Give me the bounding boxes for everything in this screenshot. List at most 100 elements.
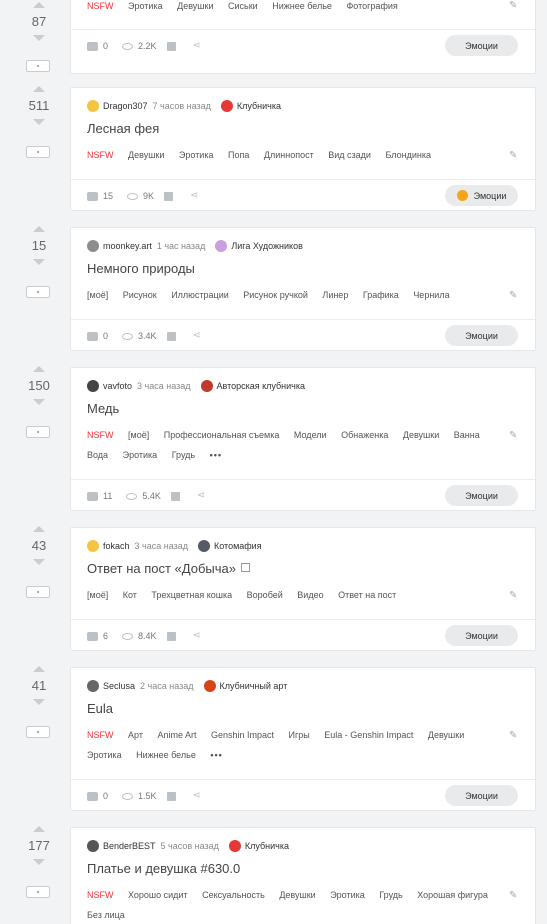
tag-item[interactable]: Попа bbox=[228, 150, 249, 160]
tag-item[interactable]: NSFW bbox=[87, 1, 114, 11]
more-tags-button[interactable]: ••• bbox=[210, 450, 222, 460]
share-icon[interactable]: ⋖ bbox=[193, 331, 203, 341]
comments-count[interactable]: 0 bbox=[103, 331, 108, 341]
tag-item[interactable]: [моё] bbox=[87, 290, 108, 300]
post-title-text[interactable]: Немного природы bbox=[87, 261, 195, 276]
author-name[interactable]: BenderBEST bbox=[103, 841, 156, 851]
community-name[interactable]: Авторская клубничка bbox=[217, 381, 306, 391]
author-avatar[interactable] bbox=[87, 680, 99, 692]
save-icon[interactable] bbox=[170, 491, 180, 501]
save-post-button[interactable] bbox=[26, 146, 50, 158]
upvote-arrow-icon[interactable] bbox=[33, 2, 45, 8]
tag-item[interactable]: Эротика bbox=[87, 750, 122, 760]
tag-item[interactable]: Профессиональная съемка bbox=[164, 430, 280, 440]
author-avatar[interactable] bbox=[87, 380, 99, 392]
tag-item[interactable]: Ответ на пост bbox=[338, 590, 396, 600]
post-title[interactable]: Eula bbox=[87, 701, 113, 716]
tag-item[interactable]: Сексуальность bbox=[202, 890, 265, 900]
tag-item[interactable]: Эротика bbox=[179, 150, 214, 160]
tag-item[interactable]: Линер bbox=[322, 290, 348, 300]
comments-icon[interactable] bbox=[87, 41, 98, 51]
tag-item[interactable]: Девушки bbox=[403, 430, 439, 440]
upvote-arrow-icon[interactable] bbox=[33, 226, 45, 232]
tag-item[interactable]: Без лица bbox=[87, 910, 125, 920]
author-avatar[interactable] bbox=[87, 100, 99, 112]
post-title[interactable]: Лесная фея bbox=[87, 121, 159, 136]
tag-item[interactable]: Нижнее белье bbox=[136, 750, 196, 760]
post-title[interactable]: Платье и девушка #630.0 bbox=[87, 861, 240, 876]
comments-icon[interactable] bbox=[87, 191, 98, 201]
comments-icon[interactable] bbox=[87, 631, 98, 641]
tag-item[interactable]: Девушки bbox=[279, 890, 315, 900]
tag-item[interactable]: Вид сзади bbox=[328, 150, 371, 160]
community-icon[interactable] bbox=[203, 680, 216, 692]
save-post-button[interactable] bbox=[26, 586, 50, 598]
tag-item[interactable]: Ванна bbox=[454, 430, 480, 440]
post-title-text[interactable]: Платье и девушка #630.0 bbox=[87, 861, 240, 876]
community-name[interactable]: Котомафия bbox=[214, 541, 262, 551]
tag-item[interactable]: Видео bbox=[297, 590, 323, 600]
tag-item[interactable]: Блондинка bbox=[385, 150, 431, 160]
upvote-arrow-icon[interactable] bbox=[33, 826, 45, 832]
author-avatar[interactable] bbox=[87, 840, 99, 852]
tag-item[interactable]: Сиськи bbox=[228, 1, 258, 11]
more-tags-button[interactable]: ••• bbox=[210, 750, 222, 760]
community-icon[interactable] bbox=[228, 840, 241, 852]
tag-item[interactable]: Девушки bbox=[128, 150, 164, 160]
comments-count[interactable]: 11 bbox=[103, 491, 112, 501]
edit-tags-icon[interactable]: ✎ bbox=[509, 731, 519, 741]
tag-item[interactable]: Длиннопост bbox=[264, 150, 314, 160]
save-icon[interactable] bbox=[166, 791, 176, 801]
community-name[interactable]: Клубничка bbox=[237, 101, 281, 111]
author-avatar[interactable] bbox=[87, 240, 99, 252]
emotions-button[interactable]: Эмоции bbox=[445, 185, 518, 206]
downvote-arrow-icon[interactable] bbox=[33, 119, 45, 125]
author-name[interactable]: vavfoto bbox=[103, 381, 132, 391]
comments-count[interactable]: 0 bbox=[103, 791, 108, 801]
downvote-arrow-icon[interactable] bbox=[33, 35, 45, 41]
upvote-arrow-icon[interactable] bbox=[33, 526, 45, 532]
share-icon[interactable]: ⋖ bbox=[193, 791, 203, 801]
comments-count[interactable]: 0 bbox=[103, 41, 108, 51]
tag-item[interactable]: Игры bbox=[289, 730, 310, 740]
tag-item[interactable]: Фотография bbox=[346, 1, 397, 11]
author-avatar[interactable] bbox=[87, 540, 99, 552]
tag-item[interactable]: Кот bbox=[123, 590, 137, 600]
downvote-arrow-icon[interactable] bbox=[33, 259, 45, 265]
community-name[interactable]: Клубничка bbox=[245, 841, 289, 851]
tag-item[interactable]: Эротика bbox=[123, 450, 158, 460]
save-post-button[interactable] bbox=[26, 726, 50, 738]
downvote-arrow-icon[interactable] bbox=[33, 559, 45, 565]
comments-icon[interactable] bbox=[87, 491, 98, 501]
community-icon[interactable] bbox=[200, 380, 213, 392]
tag-item[interactable]: Эротика bbox=[128, 1, 163, 11]
edit-tags-icon[interactable]: ✎ bbox=[509, 1, 519, 11]
emotions-button[interactable]: Эмоции bbox=[445, 785, 518, 806]
author-name[interactable]: Seclusa bbox=[103, 681, 135, 691]
share-icon[interactable]: ⋖ bbox=[193, 41, 203, 51]
tag-item[interactable]: Anime Art bbox=[157, 730, 196, 740]
author-name[interactable]: fokach bbox=[103, 541, 130, 551]
emotions-button[interactable]: Эмоции bbox=[445, 485, 518, 506]
comments-icon[interactable] bbox=[87, 791, 98, 801]
comments-count[interactable]: 6 bbox=[103, 631, 108, 641]
tag-item[interactable]: Eula - Genshin Impact bbox=[324, 730, 413, 740]
author-name[interactable]: moonkey.art bbox=[103, 241, 152, 251]
share-icon[interactable]: ⋖ bbox=[190, 191, 200, 201]
tag-item[interactable]: Девушки bbox=[177, 1, 213, 11]
tag-item[interactable]: Хорошо сидит bbox=[128, 890, 188, 900]
share-icon[interactable]: ⋖ bbox=[197, 491, 207, 501]
tag-item[interactable]: Рисунок bbox=[123, 290, 157, 300]
emotions-button[interactable]: Эмоции bbox=[445, 35, 518, 56]
edit-tags-icon[interactable]: ✎ bbox=[509, 291, 519, 301]
post-title[interactable]: Ответ на пост «Добыча» bbox=[87, 561, 250, 576]
save-post-button[interactable] bbox=[26, 60, 50, 72]
save-post-button[interactable] bbox=[26, 886, 50, 898]
edit-tags-icon[interactable]: ✎ bbox=[509, 591, 519, 601]
emotions-button[interactable]: Эмоции bbox=[445, 325, 518, 346]
tag-item[interactable]: Грудь bbox=[379, 890, 402, 900]
community-name[interactable]: Лига Художников bbox=[231, 241, 303, 251]
tag-item[interactable]: NSFW bbox=[87, 890, 114, 900]
tag-item[interactable]: Эротика bbox=[330, 890, 365, 900]
tag-item[interactable]: Рисунок ручкой bbox=[243, 290, 308, 300]
